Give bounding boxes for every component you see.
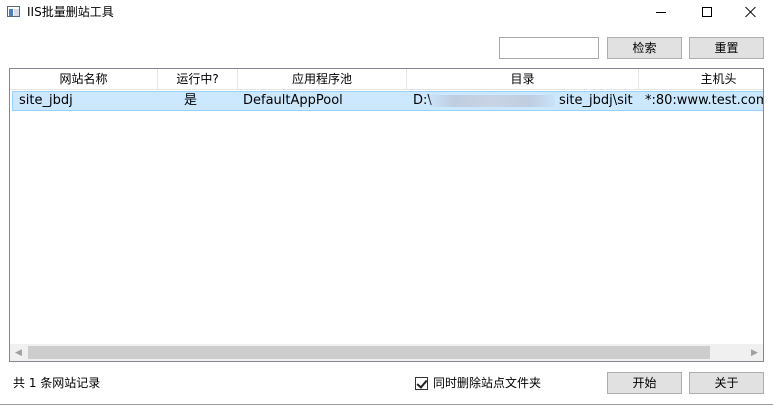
search-button[interactable]: 检索 xyxy=(607,37,682,59)
column-header-directory[interactable]: 目录 xyxy=(407,69,639,90)
start-button[interactable]: 开始 xyxy=(607,372,682,394)
record-count-status: 共 1 条网站记录 xyxy=(13,376,101,390)
window-title: IIS批量删站工具 xyxy=(27,5,114,19)
minimize-button[interactable] xyxy=(638,0,684,24)
close-icon xyxy=(745,6,757,18)
chevron-left-icon: ◀ xyxy=(15,347,22,358)
cell-directory: D:\ site_jbdj\sit xyxy=(413,92,643,110)
delete-folder-checkbox[interactable] xyxy=(415,376,428,390)
site-list[interactable]: 网站名称 运行中? 应用程序池 目录 主机头 site_jbdj 是 Defau… xyxy=(9,68,764,362)
scrollbar-thumb[interactable] xyxy=(28,346,710,359)
cell-directory-suffix: site_jbdj\sit xyxy=(559,93,633,108)
delete-folder-option[interactable]: 同时删除站点文件夹 xyxy=(415,375,541,391)
title-bar: IIS批量删站工具 xyxy=(0,0,773,24)
cell-site-name: site_jbdj xyxy=(19,93,73,108)
scroll-right-button[interactable]: ▶ xyxy=(746,344,763,361)
chevron-right-icon: ▶ xyxy=(751,347,758,358)
search-input[interactable] xyxy=(499,37,599,59)
redacted-blur xyxy=(429,95,555,107)
maximize-icon xyxy=(702,7,712,17)
cell-host-header: *:80:www.test.com xyxy=(645,93,764,108)
cell-app-pool: DefaultAppPool xyxy=(243,93,343,108)
delete-folder-label[interactable]: 同时删除站点文件夹 xyxy=(433,375,541,391)
app-window-icon xyxy=(7,6,20,17)
list-header: 网站名称 运行中? 应用程序池 目录 主机头 xyxy=(10,69,763,90)
horizontal-scrollbar[interactable]: ◀ ▶ xyxy=(10,344,763,361)
column-header-host-header[interactable]: 主机头 xyxy=(639,69,763,90)
scroll-left-button[interactable]: ◀ xyxy=(10,344,27,361)
maximize-button[interactable] xyxy=(684,0,730,24)
window-bottom-border xyxy=(0,404,773,405)
cell-running: 是 xyxy=(184,93,198,108)
about-button[interactable]: 关于 xyxy=(689,372,764,394)
table-row[interactable]: site_jbdj 是 DefaultAppPool D:\ site_jbdj… xyxy=(12,91,764,111)
column-header-running[interactable]: 运行中? xyxy=(158,69,238,90)
close-button[interactable] xyxy=(728,0,773,24)
column-header-site-name[interactable]: 网站名称 xyxy=(10,69,158,90)
column-header-app-pool[interactable]: 应用程序池 xyxy=(238,69,407,90)
reset-button[interactable]: 重置 xyxy=(689,37,764,59)
minimize-icon xyxy=(656,11,666,13)
